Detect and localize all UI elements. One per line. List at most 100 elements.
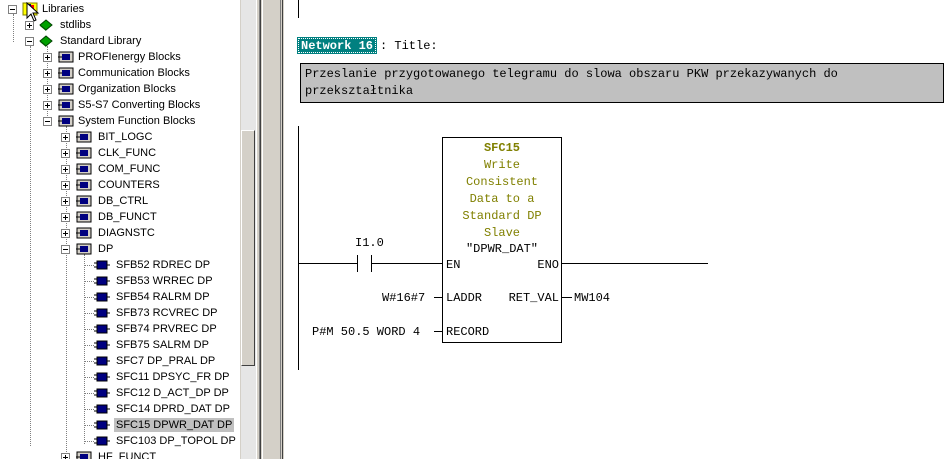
contact-address[interactable]: I1.0 bbox=[355, 236, 384, 250]
pane-splitter[interactable] bbox=[256, 0, 284, 459]
expand-toggle[interactable] bbox=[61, 229, 70, 238]
record-operand[interactable]: P#M 50.5 WORD 4 bbox=[312, 325, 420, 339]
ret-val-operand[interactable]: MW104 bbox=[574, 291, 610, 305]
tree-item-label: Organization Blocks bbox=[78, 83, 176, 95]
ladder-editor[interactable]: Network 16 : Title: Przeslanie przygotow… bbox=[284, 0, 950, 459]
function-block-icon bbox=[94, 404, 110, 414]
tree-item-s5-s7-converting-blocks[interactable]: S5-S7 Converting Blocks bbox=[0, 97, 240, 113]
function-block-icon bbox=[94, 388, 110, 398]
tree-item-sfb54[interactable]: SFB54 RALRM DP bbox=[0, 289, 240, 305]
laddr-operand[interactable]: W#16#7 bbox=[382, 291, 425, 305]
tree-item-bit-logc[interactable]: BIT_LOGC bbox=[0, 129, 240, 145]
tree-item-sfb73[interactable]: SFB73 RCVREC DP bbox=[0, 305, 240, 321]
tree-item-profienergy-blocks[interactable]: PROFIenergy Blocks bbox=[0, 49, 240, 65]
fb-description-line: Standard DP bbox=[462, 209, 542, 223]
collapse-toggle[interactable] bbox=[61, 245, 70, 254]
collapse-toggle[interactable] bbox=[43, 117, 52, 126]
expand-toggle[interactable] bbox=[43, 53, 52, 62]
tree-item-dp[interactable]: DP bbox=[0, 241, 240, 257]
rung-wire bbox=[372, 263, 442, 264]
pin-laddr: LADDR bbox=[446, 291, 483, 305]
fb-instance-symbol: "DPWR_DAT" bbox=[465, 242, 538, 256]
expand-toggle[interactable] bbox=[61, 149, 70, 158]
library-tree[interactable]: Libraries stdlibs Standard Library PROFI… bbox=[0, 0, 240, 459]
pin-en: EN bbox=[446, 258, 461, 272]
tree-item-sfb74[interactable]: SFB74 PRVREC DP bbox=[0, 321, 240, 337]
tree-item-label: DP bbox=[98, 243, 114, 255]
tree-item-hf-funct[interactable]: HF_FUNCT bbox=[0, 449, 240, 459]
tree-item-db-ctrl[interactable]: DB_CTRL bbox=[0, 193, 240, 209]
splitter-shadow bbox=[280, 0, 281, 459]
fb-description-line: Data to a bbox=[469, 192, 535, 206]
expand-toggle[interactable] bbox=[61, 213, 70, 222]
splitter-shadow bbox=[282, 0, 283, 459]
expand-toggle[interactable] bbox=[61, 165, 70, 174]
tree-item-organization-blocks[interactable]: Organization Blocks bbox=[0, 81, 240, 97]
tree-item-sfc14[interactable]: SFC14 DPRD_DAT DP bbox=[0, 401, 240, 417]
tree-line bbox=[84, 297, 94, 298]
function-block-icon bbox=[94, 420, 110, 430]
collapse-toggle[interactable] bbox=[25, 37, 34, 46]
tree-item-label: CLK_FUNC bbox=[98, 147, 157, 159]
splitter-highlight bbox=[262, 0, 263, 459]
tree-item-sfb75[interactable]: SFB75 SALRM DP bbox=[0, 337, 240, 353]
tree-line bbox=[84, 281, 94, 282]
block-folder-icon bbox=[58, 67, 74, 79]
expand-toggle[interactable] bbox=[43, 69, 52, 78]
tree-item-sfc12[interactable]: SFC12 D_ACT_DP DP bbox=[0, 385, 240, 401]
expand-toggle[interactable] bbox=[43, 101, 52, 110]
sfc15-function-block[interactable]: SFC15 Write Consistent Data to a Standar… bbox=[442, 137, 562, 343]
tree-item-sfb53[interactable]: SFB53 WRREC DP bbox=[0, 273, 240, 289]
block-folder-icon bbox=[76, 147, 92, 159]
rung-wire bbox=[299, 263, 357, 264]
splitter-shadow bbox=[260, 0, 261, 459]
tree-item-label: SFC11 DPSYC_FR DP bbox=[116, 371, 230, 383]
block-folder-icon bbox=[58, 51, 74, 63]
function-block-icon bbox=[94, 292, 110, 302]
tree-item-sfc7[interactable]: SFC7 DP_PRAL DP bbox=[0, 353, 240, 369]
tree-item-db-funct[interactable]: DB_FUNCT bbox=[0, 209, 240, 225]
tree-line bbox=[84, 265, 94, 266]
tree-item-stdlibs[interactable]: stdlibs bbox=[0, 17, 240, 33]
library-book-icon bbox=[39, 35, 53, 47]
tree-item-label: System Function Blocks bbox=[78, 115, 196, 127]
expand-toggle[interactable] bbox=[43, 85, 52, 94]
tree-item-label: DB_FUNCT bbox=[98, 211, 157, 223]
function-block-icon bbox=[94, 436, 110, 446]
tree-line bbox=[84, 425, 94, 426]
function-block-icon bbox=[94, 276, 110, 286]
tree-line bbox=[84, 441, 94, 442]
tree-line bbox=[84, 393, 94, 394]
tree-item-com-func[interactable]: COM_FUNC bbox=[0, 161, 240, 177]
tree-item-system-function-blocks[interactable]: System Function Blocks bbox=[0, 113, 240, 129]
tree-item-communication-blocks[interactable]: Communication Blocks bbox=[0, 65, 240, 81]
tree-line bbox=[84, 345, 94, 346]
tree-item-clk-func[interactable]: CLK_FUNC bbox=[0, 145, 240, 161]
tree-item-sfb52[interactable]: SFB52 RDREC DP bbox=[0, 257, 240, 273]
tree-item-standard-library[interactable]: Standard Library bbox=[0, 33, 240, 49]
tree-item-label: HF_FUNCT bbox=[98, 451, 157, 459]
tree-item-diagnstc[interactable]: DIAGNSTC bbox=[0, 225, 240, 241]
tree-item-counters[interactable]: COUNTERS bbox=[0, 177, 240, 193]
tree-item-label: S5-S7 Converting Blocks bbox=[78, 99, 201, 111]
collapse-toggle[interactable] bbox=[8, 5, 17, 14]
pin-record: RECORD bbox=[446, 325, 490, 339]
expand-toggle[interactable] bbox=[61, 197, 70, 206]
tree-item-sfc103[interactable]: SFC103 DP_TOPOL DP bbox=[0, 433, 240, 449]
block-folder-icon bbox=[76, 451, 92, 459]
tree-item-label: SFC14 DPRD_DAT DP bbox=[116, 403, 230, 415]
pin-eno: ENO bbox=[537, 258, 559, 272]
tree-item-label: PROFIenergy Blocks bbox=[78, 51, 181, 63]
expand-toggle[interactable] bbox=[61, 181, 70, 190]
library-book-icon bbox=[39, 19, 53, 31]
network-badge[interactable]: Network 16 bbox=[296, 37, 378, 54]
expand-toggle[interactable] bbox=[61, 133, 70, 142]
expand-toggle[interactable] bbox=[61, 453, 70, 459]
block-folder-icon bbox=[76, 227, 92, 239]
network-comment[interactable]: Przeslanie przygotowanego telegramu do s… bbox=[300, 63, 944, 103]
tree-item-label: COUNTERS bbox=[98, 179, 160, 191]
expand-toggle[interactable] bbox=[25, 21, 34, 30]
tree-item-sfc15-selected[interactable]: SFC15 DPWR_DAT DP bbox=[0, 417, 240, 433]
tree-scrollbar-thumb[interactable] bbox=[241, 130, 255, 366]
tree-item-sfc11[interactable]: SFC11 DPSYC_FR DP bbox=[0, 369, 240, 385]
